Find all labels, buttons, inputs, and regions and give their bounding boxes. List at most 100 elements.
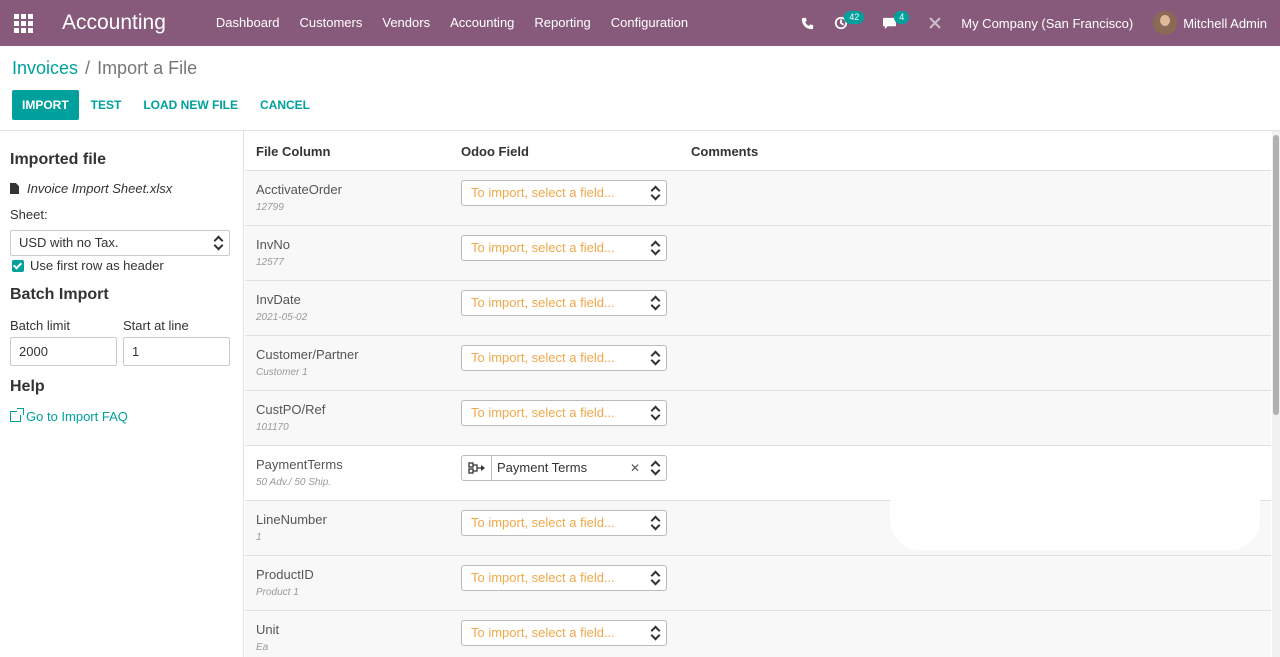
top-navbar: Accounting Dashboard Customers Vendors A… bbox=[0, 0, 1280, 46]
systray: 42 4 My Company (San Francisco) Mitchell… bbox=[791, 0, 1280, 46]
table-row: InvDate 2021-05-02 To import, select a f… bbox=[245, 281, 1271, 336]
column-name: Unit bbox=[256, 622, 280, 637]
help-title: Help bbox=[10, 378, 45, 395]
field-placeholder: To import, select a field... bbox=[471, 405, 615, 420]
start-line-input[interactable]: 1 bbox=[123, 337, 230, 366]
header-comments: Comments bbox=[691, 144, 759, 159]
import-button[interactable]: IMPORT bbox=[12, 90, 79, 120]
activity-button[interactable]: 42 bbox=[824, 0, 872, 46]
phone-icon[interactable] bbox=[791, 0, 824, 46]
header-checkbox-label: Use first row as header bbox=[30, 258, 164, 273]
menu-accounting[interactable]: Accounting bbox=[440, 0, 524, 46]
import-faq-link[interactable]: Go to Import FAQ bbox=[10, 408, 128, 424]
table-header: File Column Odoo Field Comments bbox=[245, 131, 1271, 171]
start-line-label: Start at line bbox=[123, 318, 189, 333]
menu-customers[interactable]: Customers bbox=[290, 0, 373, 46]
apps-grid-icon[interactable] bbox=[0, 0, 46, 46]
column-name: ProductID bbox=[256, 567, 314, 582]
field-placeholder: To import, select a field... bbox=[471, 185, 615, 200]
batch-import-title: Batch Import bbox=[10, 286, 109, 303]
field-select[interactable]: Payment Terms ✕ bbox=[461, 455, 667, 481]
column-sample: 12799 bbox=[256, 202, 284, 213]
column-name: PaymentTerms bbox=[256, 457, 343, 472]
column-name: Customer/Partner bbox=[256, 347, 359, 362]
caret-updown-icon bbox=[651, 241, 659, 255]
scrollbar-thumb[interactable] bbox=[1273, 135, 1279, 415]
vertical-scrollbar[interactable] bbox=[1272, 131, 1280, 657]
faq-link-label: Go to Import FAQ bbox=[26, 409, 128, 424]
field-mapping-table: File Column Odoo Field Comments Acctivat… bbox=[245, 131, 1271, 657]
load-new-file-button[interactable]: LOAD NEW FILE bbox=[133, 90, 248, 120]
header-checkbox-row[interactable]: Use first row as header bbox=[12, 258, 164, 273]
caret-updown-icon bbox=[651, 626, 659, 640]
table-row: AcctivateOrder 12799 To import, select a… bbox=[245, 171, 1271, 226]
menu-dashboard[interactable]: Dashboard bbox=[206, 0, 290, 46]
debug-icon[interactable] bbox=[919, 0, 951, 46]
user-menu[interactable]: Mitchell Admin bbox=[1143, 0, 1280, 46]
column-sample: 2021-05-02 bbox=[256, 312, 308, 323]
field-placeholder: To import, select a field... bbox=[471, 295, 615, 310]
field-placeholder: To import, select a field... bbox=[471, 515, 615, 530]
breadcrumb: Invoices / Import a File bbox=[12, 58, 197, 79]
caret-updown-icon bbox=[214, 236, 222, 250]
column-sample: 12577 bbox=[256, 257, 284, 268]
action-buttons: IMPORT TEST LOAD NEW FILE CANCEL bbox=[12, 90, 322, 120]
app-name[interactable]: Accounting bbox=[62, 11, 166, 35]
field-select[interactable]: To import, select a field... bbox=[461, 620, 667, 646]
header-file-column: File Column bbox=[256, 144, 331, 159]
company-switcher[interactable]: My Company (San Francisco) bbox=[951, 0, 1143, 46]
field-value: Payment Terms bbox=[497, 460, 588, 475]
table-row: CustPO/Ref 101170 To import, select a fi… bbox=[245, 391, 1271, 446]
header-odoo-field: Odoo Field bbox=[461, 144, 529, 159]
sheet-select[interactable]: USD with no Tax. bbox=[10, 230, 230, 256]
sheet-label: Sheet: bbox=[10, 207, 48, 222]
column-sample: Customer 1 bbox=[256, 367, 308, 378]
column-name: AcctivateOrder bbox=[256, 182, 342, 197]
caret-updown-icon bbox=[651, 351, 659, 365]
menu-reporting[interactable]: Reporting bbox=[524, 0, 600, 46]
field-select[interactable]: To import, select a field... bbox=[461, 235, 667, 261]
field-select[interactable]: To import, select a field... bbox=[461, 510, 667, 536]
header-checkbox[interactable] bbox=[12, 259, 24, 272]
table-row: Customer/Partner Customer 1 To import, s… bbox=[245, 336, 1271, 391]
field-select[interactable]: To import, select a field... bbox=[461, 180, 667, 206]
column-sample: 101170 bbox=[256, 422, 289, 433]
field-select[interactable]: To import, select a field... bbox=[461, 565, 667, 591]
file-name-line: Invoice Import Sheet.xlsx bbox=[10, 181, 172, 196]
cancel-button[interactable]: CANCEL bbox=[250, 90, 320, 120]
column-name: LineNumber bbox=[256, 512, 327, 527]
table-row: Unit Ea To import, select a field... bbox=[245, 611, 1271, 657]
column-name: InvNo bbox=[256, 237, 290, 252]
batch-limit-label: Batch limit bbox=[10, 318, 70, 333]
column-sample: 50 Adv./ 50 Ship. bbox=[256, 477, 332, 488]
menu-configuration[interactable]: Configuration bbox=[601, 0, 698, 46]
field-placeholder: To import, select a field... bbox=[471, 570, 615, 585]
messages-button[interactable]: 4 bbox=[872, 0, 919, 46]
user-name: Mitchell Admin bbox=[1183, 15, 1267, 31]
column-name: CustPO/Ref bbox=[256, 402, 326, 417]
batch-limit-input[interactable]: 2000 bbox=[10, 337, 117, 366]
test-button[interactable]: TEST bbox=[81, 90, 132, 120]
field-placeholder: To import, select a field... bbox=[471, 240, 615, 255]
table-row: ProductID Product 1 To import, select a … bbox=[245, 556, 1271, 611]
breadcrumb-current: Import a File bbox=[97, 58, 198, 78]
column-name: InvDate bbox=[256, 292, 301, 307]
field-select[interactable]: To import, select a field... bbox=[461, 400, 667, 426]
caret-updown-icon bbox=[651, 571, 659, 585]
field-select[interactable]: To import, select a field... bbox=[461, 290, 667, 316]
breadcrumb-separator: / bbox=[85, 58, 91, 78]
field-placeholder: To import, select a field... bbox=[471, 625, 615, 640]
column-sample: Ea bbox=[256, 642, 269, 653]
caret-updown-icon bbox=[651, 516, 659, 530]
file-name: Invoice Import Sheet.xlsx bbox=[27, 181, 173, 196]
external-link-icon bbox=[10, 408, 24, 422]
table-row: InvNo 12577 To import, select a field... bbox=[245, 226, 1271, 281]
sheet-value: USD with no Tax. bbox=[19, 235, 119, 250]
clear-icon[interactable]: ✕ bbox=[630, 456, 640, 480]
breadcrumb-invoices[interactable]: Invoices bbox=[12, 58, 78, 79]
import-options-sidebar: Imported file Invoice Import Sheet.xlsx … bbox=[0, 131, 244, 657]
field-select[interactable]: To import, select a field... bbox=[461, 345, 667, 371]
avatar bbox=[1153, 11, 1178, 35]
menu-vendors[interactable]: Vendors bbox=[372, 0, 440, 46]
caret-updown-icon bbox=[651, 296, 659, 310]
